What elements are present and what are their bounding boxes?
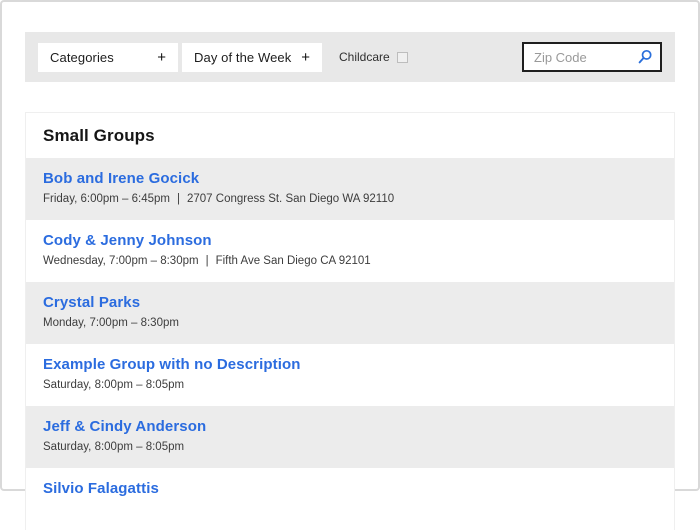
group-name-link[interactable]: Example Group with no Description: [43, 356, 301, 373]
search-button[interactable]: [637, 49, 653, 65]
group-schedule: Saturday, 8:00pm – 8:05pm: [43, 441, 184, 453]
group-row: Cody & Jenny Johnson Wednesday, 7:00pm –…: [26, 220, 674, 282]
group-row: Bob and Irene Gocick Friday, 6:00pm – 6:…: [26, 158, 674, 220]
group-schedule: Wednesday, 7:00pm – 8:30pm: [43, 255, 199, 267]
group-row: Crystal Parks Monday, 7:00pm – 8:30pm: [26, 282, 674, 344]
filter-bar: Categories + Day of the Week + Childcare: [25, 32, 675, 82]
group-name-link[interactable]: Jeff & Cindy Anderson: [43, 418, 206, 435]
group-schedule: Friday, 6:00pm – 6:45pm: [43, 193, 170, 205]
categories-label: Categories: [50, 50, 114, 65]
search-icon: [637, 49, 653, 65]
day-of-week-dropdown[interactable]: Day of the Week +: [182, 43, 322, 72]
group-address: Fifth Ave San Diego CA 92101: [216, 255, 371, 267]
group-schedule: Monday, 7:00pm – 8:30pm: [43, 317, 179, 329]
childcare-checkbox[interactable]: [397, 52, 408, 63]
categories-dropdown[interactable]: Categories +: [38, 43, 178, 72]
meta-separator: |: [206, 255, 209, 267]
group-meta: Saturday, 8:00pm – 8:05pm: [43, 441, 657, 453]
group-name-link[interactable]: Cody & Jenny Johnson: [43, 232, 212, 249]
group-list: Bob and Irene Gocick Friday, 6:00pm – 6:…: [26, 158, 674, 530]
plus-icon: +: [301, 50, 310, 65]
zip-code-box: [522, 42, 662, 72]
group-row: Example Group with no Description Saturd…: [26, 344, 674, 406]
small-groups-card: Small Groups Bob and Irene Gocick Friday…: [25, 112, 675, 530]
group-name-link[interactable]: Silvio Falagattis: [43, 480, 159, 497]
group-address: 2707 Congress St. San Diego WA 92110: [187, 193, 394, 205]
group-name-link[interactable]: Bob and Irene Gocick: [43, 170, 199, 187]
group-row: Jeff & Cindy Anderson Saturday, 8:00pm –…: [26, 406, 674, 468]
group-meta: Saturday, 8:00pm – 8:05pm: [43, 379, 657, 391]
group-meta: Friday, 6:00pm – 6:45pm | 2707 Congress St…: [43, 193, 657, 205]
group-meta: Monday, 7:00pm – 8:30pm: [43, 317, 657, 329]
meta-separator: |: [177, 193, 180, 205]
page-title: Small Groups: [26, 113, 674, 158]
day-of-week-label: Day of the Week: [194, 50, 291, 65]
group-meta: Wednesday, 7:00pm – 8:30pm | Fifth Ave San…: [43, 255, 657, 267]
group-schedule: Saturday, 8:00pm – 8:05pm: [43, 379, 184, 391]
childcare-label: Childcare: [339, 50, 390, 64]
childcare-filter: Childcare: [339, 50, 408, 64]
zip-code-input[interactable]: [534, 50, 637, 65]
plus-icon: +: [157, 50, 166, 65]
group-row: Silvio Falagattis: [26, 468, 674, 530]
group-name-link[interactable]: Crystal Parks: [43, 294, 140, 311]
